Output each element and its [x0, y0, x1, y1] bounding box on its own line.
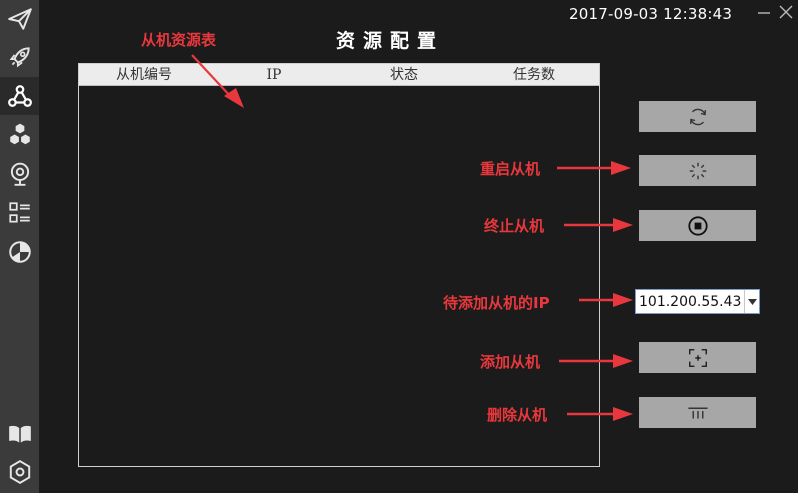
stop-circle-icon — [687, 215, 708, 236]
annotation-delete: 删除从机 — [487, 406, 548, 424]
annotation-arrow-icon — [191, 54, 244, 108]
annotation-table-label: 从机资源表 — [141, 31, 217, 49]
sidebar-item-settings[interactable] — [0, 453, 39, 491]
annotation-terminate: 终止从机 — [484, 217, 545, 235]
close-icon[interactable] — [778, 2, 794, 22]
refresh-icon — [689, 108, 706, 125]
hexagons-icon — [9, 123, 30, 145]
ip-dropdown-value[interactable]: 101.200.55.43 — [636, 294, 744, 310]
annotation-arrow-icon — [559, 354, 633, 368]
minimize-icon[interactable] — [756, 2, 772, 22]
pie-chart-icon — [8, 241, 31, 263]
sidebar-item-modules[interactable] — [0, 116, 39, 154]
add-slave-button[interactable] — [639, 342, 756, 373]
sidebar-item-send[interactable] — [0, 0, 39, 38]
sidebar-item-launch[interactable] — [0, 38, 39, 76]
annotation-restart: 重启从机 — [480, 160, 541, 178]
annotation-arrow-icon — [567, 407, 633, 421]
add-frame-icon — [688, 348, 707, 367]
annotation-pending-ip: 待添加从机的IP — [443, 294, 550, 312]
annotation-arrow-icon — [557, 161, 631, 175]
annotation-add: 添加从机 — [480, 353, 541, 371]
column-header-tasks[interactable]: 任务数 — [469, 64, 599, 85]
webcam-icon — [10, 162, 29, 186]
sidebar-item-monitor[interactable] — [0, 155, 39, 193]
ip-dropdown[interactable]: 101.200.55.43 — [635, 289, 760, 314]
table-header: 从机编号 IP 状态 任务数 — [79, 64, 599, 86]
column-header-status[interactable]: 状态 — [339, 64, 469, 85]
delete-icon — [687, 407, 708, 418]
sidebar — [0, 0, 39, 493]
webhook-icon — [7, 85, 32, 107]
chevron-down-icon — [747, 298, 757, 305]
page-title: 资源配置 — [336, 30, 445, 52]
terminate-button[interactable] — [639, 210, 756, 241]
restart-button[interactable] — [639, 155, 756, 186]
sidebar-item-resources[interactable] — [0, 77, 39, 115]
list-grid-icon — [8, 202, 30, 223]
sidebar-item-docs[interactable] — [0, 415, 39, 453]
hexagon-settings-icon — [9, 460, 30, 484]
delete-slave-button[interactable] — [639, 397, 756, 428]
loading-spinner-icon — [689, 162, 706, 179]
rocket-icon — [9, 47, 30, 68]
annotation-arrow-icon — [564, 218, 633, 232]
sidebar-item-list[interactable] — [0, 194, 39, 232]
annotation-arrow-icon — [579, 293, 633, 307]
book-icon — [8, 425, 31, 443]
paper-plane-icon — [7, 8, 32, 30]
refresh-button[interactable] — [639, 101, 756, 132]
sidebar-item-stats[interactable] — [0, 233, 39, 271]
ip-dropdown-toggle[interactable] — [744, 290, 759, 313]
datetime-display: 2017-09-03 12:38:43 — [569, 5, 733, 23]
